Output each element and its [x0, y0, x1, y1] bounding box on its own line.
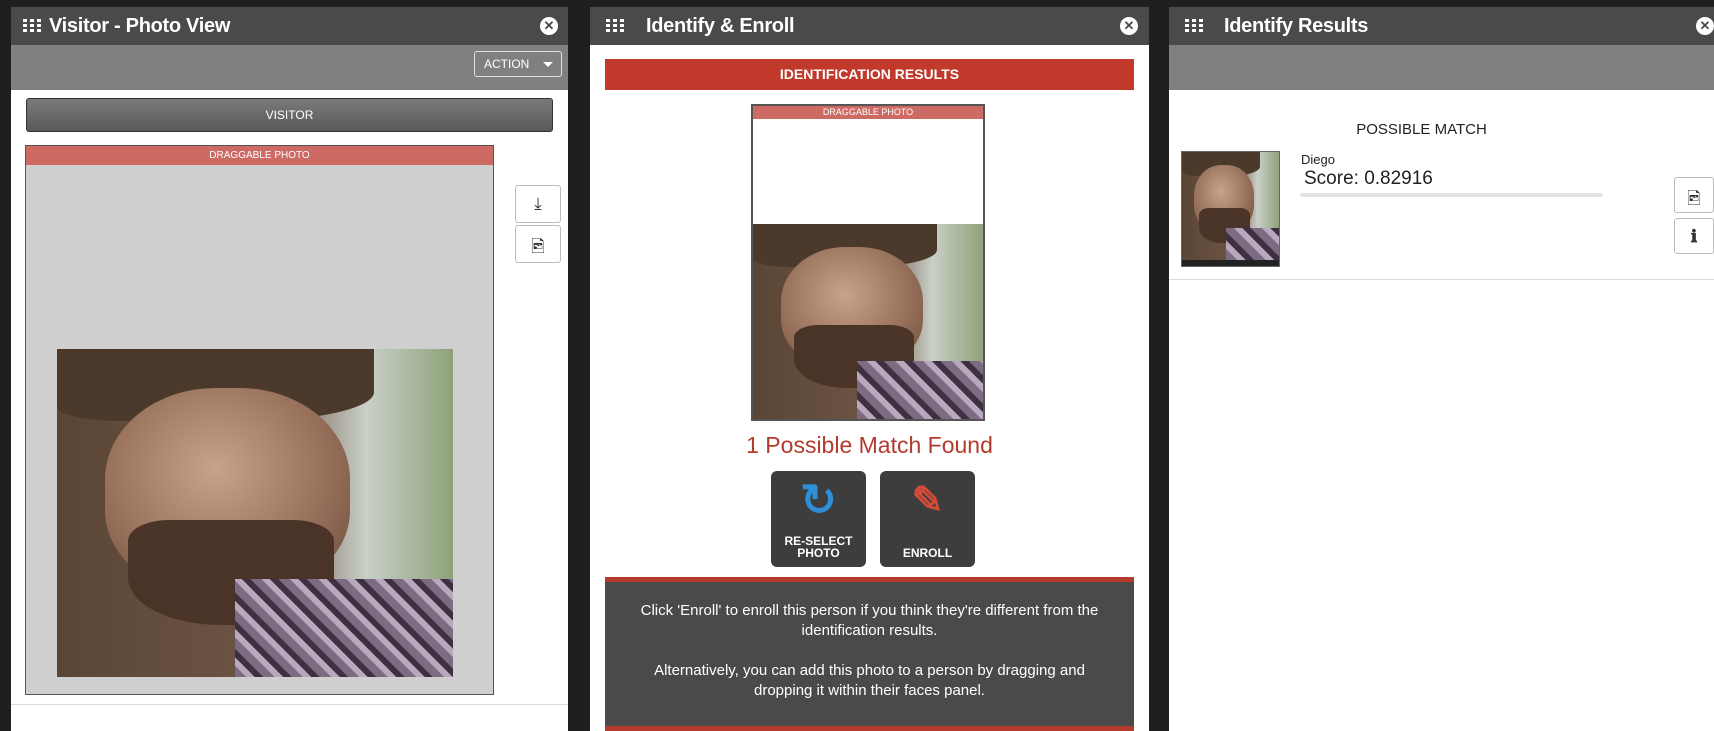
enroll-info-text: Click 'Enroll' to enroll this person if …	[640, 602, 1099, 639]
view-image-button[interactable]: 🖻	[515, 225, 561, 263]
visitor-photo-panel: Visitor - Photo View ✕ ACTION VISITOR DR…	[11, 7, 568, 731]
grid-icon	[1185, 19, 1203, 33]
identify-enroll-panel: Identify & Enroll ✕ IDENTIFICATION RESUL…	[590, 7, 1149, 731]
score-bar	[1300, 193, 1603, 197]
grid-icon	[23, 19, 41, 33]
enroll-button[interactable]: ✎ ENROLL	[880, 471, 975, 567]
info-button[interactable]: ℹ	[1674, 218, 1714, 254]
enroll-info-box: Click 'Enroll' to enroll this person if …	[605, 577, 1134, 731]
draggable-photo[interactable]: DRAGGABLE PHOTO	[25, 145, 494, 695]
draggable-photo-header: DRAGGABLE PHOTO	[26, 146, 493, 165]
action-label: ACTION	[484, 57, 530, 71]
identify-face-image	[753, 224, 983, 419]
match-face-image	[1182, 152, 1279, 260]
close-icon[interactable]: ✕	[1696, 17, 1714, 35]
results-panel-title: Identify Results	[1224, 15, 1369, 37]
results-panel-titlebar[interactable]: Identify Results ✕	[1169, 7, 1714, 45]
download-icon: ⤓	[534, 194, 542, 213]
divider	[1169, 279, 1714, 280]
visitor-panel-titlebar[interactable]: Visitor - Photo View ✕	[11, 7, 568, 45]
match-name: Diego	[1301, 152, 1335, 167]
drag-info-text: Alternatively, you can add this photo to…	[654, 662, 1085, 699]
grid-icon	[606, 19, 624, 33]
visitor-tab-button[interactable]: VISITOR	[26, 98, 553, 132]
draggable-photo[interactable]: DRAGGABLE PHOTO	[751, 104, 985, 421]
pencil-icon: ✎	[911, 480, 944, 522]
view-image-button[interactable]: 🖻	[1674, 177, 1714, 213]
close-icon[interactable]: ✕	[1120, 17, 1138, 35]
match-score: Score: 0.82916	[1304, 168, 1433, 189]
reselect-label-line2: PHOTO	[797, 546, 840, 560]
refresh-icon: ↻	[800, 476, 837, 525]
match-count-text: 1 Possible Match Found	[746, 432, 993, 458]
chevron-down-icon	[543, 62, 553, 67]
divider	[11, 704, 568, 705]
visitor-panel-toolbar: ACTION	[11, 45, 568, 90]
reselect-photo-button[interactable]: ↻ RE-SELECT PHOTO	[771, 471, 866, 567]
visitor-panel-title: Visitor - Photo View	[49, 15, 231, 37]
identify-results-panel: Identify Results ✕ POSSIBLE MATCH Diego …	[1169, 7, 1714, 731]
close-icon[interactable]: ✕	[540, 17, 558, 35]
identify-panel-title: Identify & Enroll	[646, 15, 795, 37]
image-icon: 🖻	[531, 237, 545, 256]
action-dropdown-button[interactable]: ACTION	[474, 51, 562, 77]
identification-results-header: IDENTIFICATION RESULTS	[605, 59, 1134, 90]
possible-match-header: POSSIBLE MATCH	[1356, 121, 1487, 138]
draggable-photo-header: DRAGGABLE PHOTO	[753, 106, 983, 119]
image-icon: 🖻	[1687, 189, 1701, 208]
info-icon: ℹ	[1690, 227, 1698, 247]
enroll-label: ENROLL	[902, 546, 953, 560]
download-photo-button[interactable]: ⤓	[515, 185, 561, 223]
identify-panel-titlebar[interactable]: Identify & Enroll ✕	[590, 7, 1149, 45]
visitor-face-image	[57, 349, 453, 677]
results-panel-toolbar	[1169, 45, 1714, 90]
match-thumbnail[interactable]	[1181, 151, 1280, 267]
